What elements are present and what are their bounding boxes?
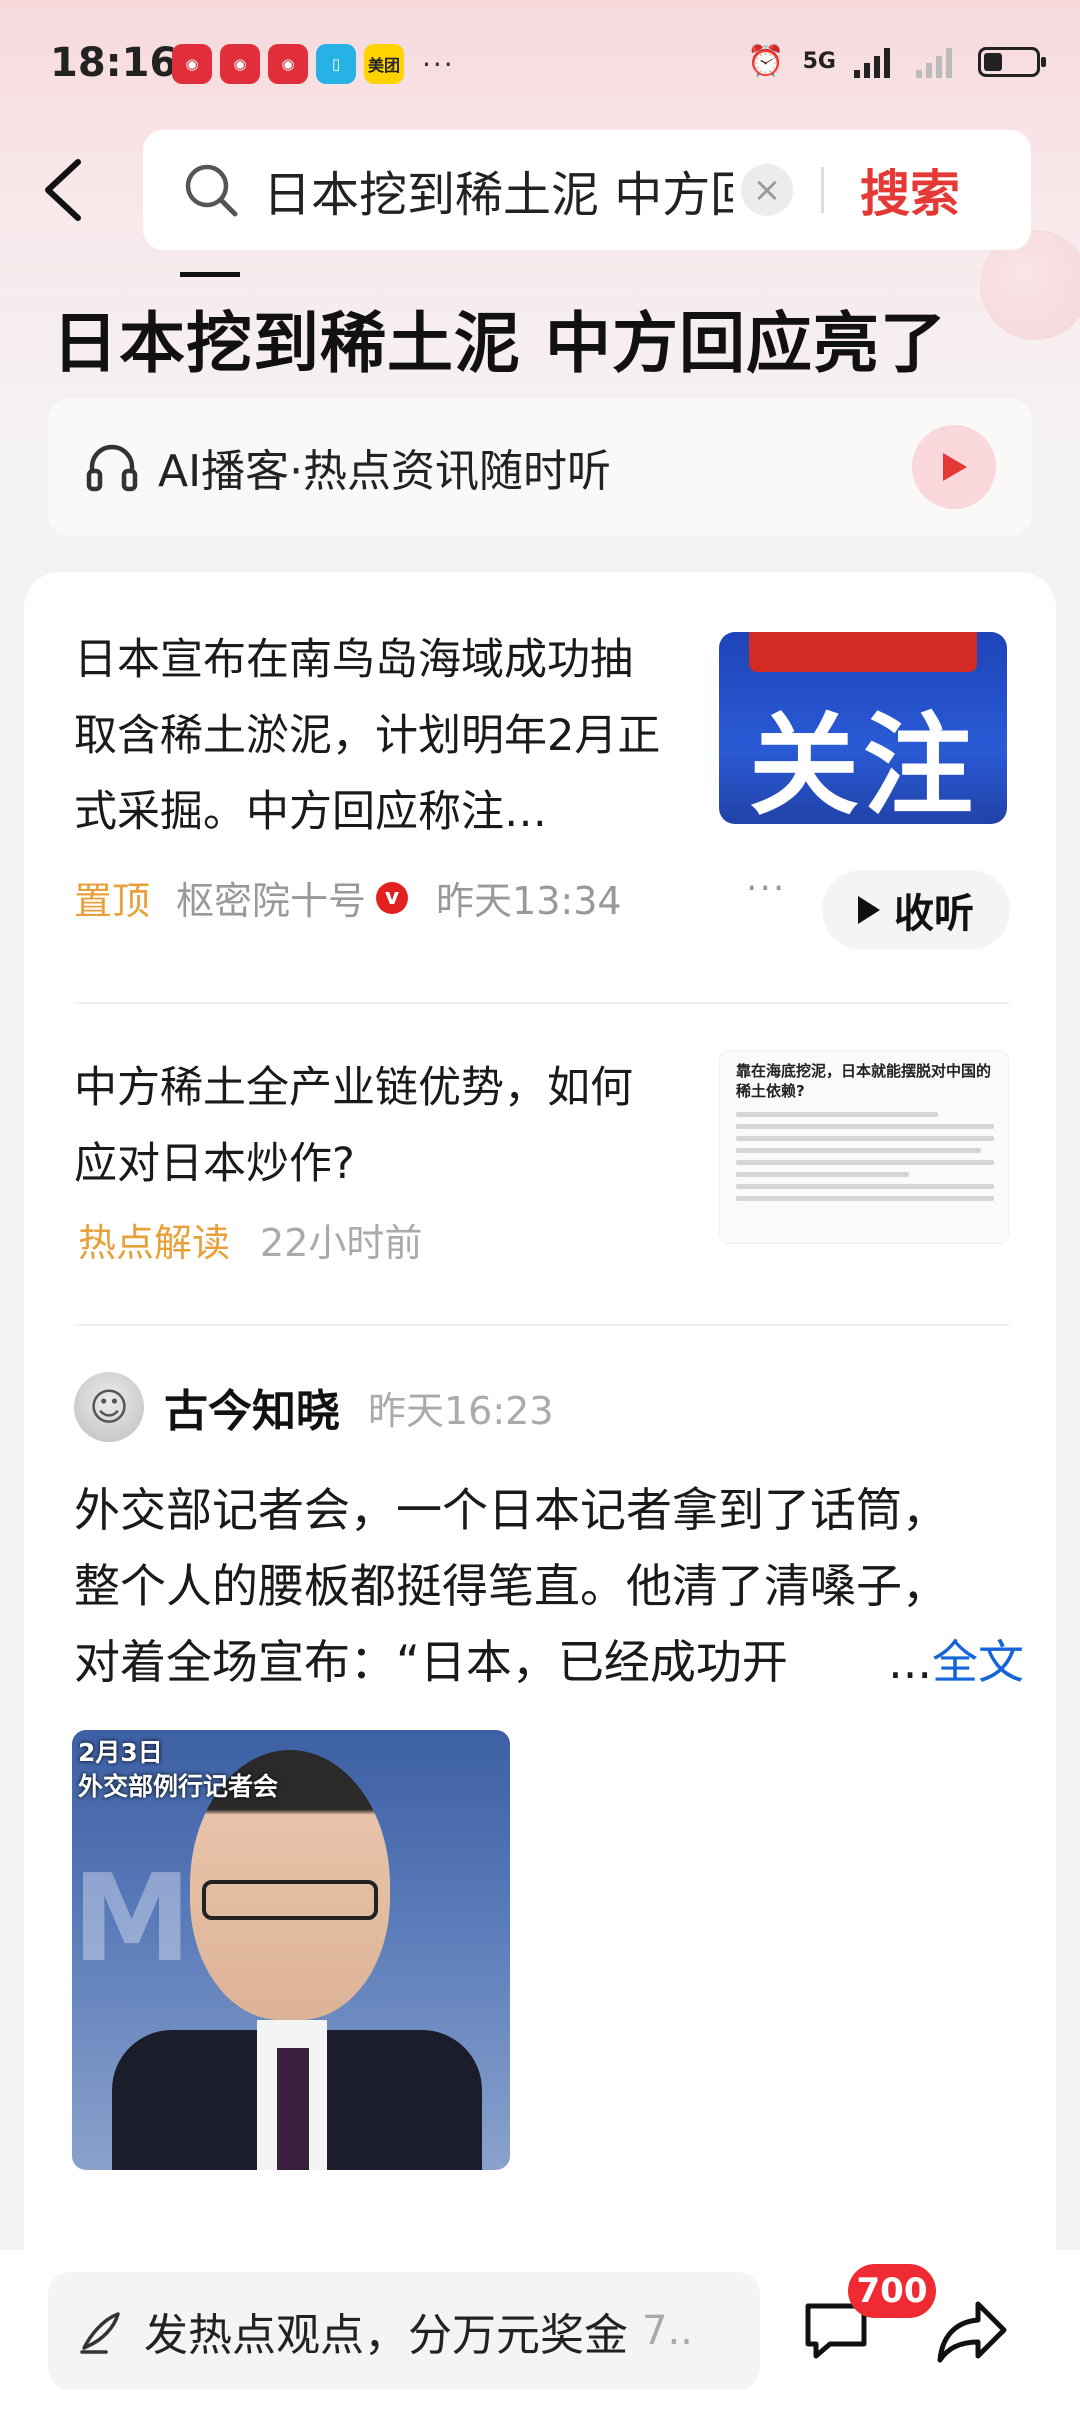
news-item-title[interactable]: 中方稀土全产业链优势，如何应对日本炒作?	[74, 1050, 674, 1202]
search-bar: × 搜索	[143, 130, 1031, 250]
search-input[interactable]	[261, 161, 735, 219]
results-card: 日本宣布在南鸟岛海域成功抽取含稀土淤泥，计划明年2月正式采掘。中方回应称注… 关…	[24, 572, 1056, 2272]
listen-label: 收听	[894, 891, 974, 937]
post-image[interactable]: Min 2月3日 外交部例行记者会	[72, 1730, 510, 2170]
back-button[interactable]	[40, 150, 100, 230]
thumbnail-text-line	[736, 1148, 981, 1153]
author-name[interactable]: 古今知晓	[164, 1375, 340, 1439]
pen-icon	[80, 2312, 120, 2354]
search-icon	[185, 164, 238, 217]
network-type: 5G	[802, 49, 836, 74]
thumbnail-text-line	[736, 1196, 994, 1201]
play-button[interactable]	[912, 425, 996, 509]
notification-icons: ◉ ◉ ◉ ▯ 美团 ···	[172, 44, 455, 84]
play-icon	[858, 896, 880, 924]
status-time: 18:16	[50, 40, 178, 86]
publish-time: 昨天13:34	[436, 879, 622, 923]
tab-indicator	[180, 272, 240, 277]
post-body[interactable]: 外交部记者会，一个日本记者拿到了话筒， 整个人的腰板都挺得笔直。他清了清嗓子， …	[74, 1472, 1024, 1700]
news-item-meta: 热点解读 22小时前	[78, 1212, 422, 1267]
image-figure-tie	[277, 2048, 309, 2170]
comment-placeholder: 发热点观点，分万元奖金	[144, 2310, 628, 2361]
meituan-icon: 美团	[364, 44, 404, 84]
more-notifications-icon: ···	[422, 47, 455, 81]
bottom-bar: 发热点观点，分万元奖金 7.. 700	[0, 2250, 1080, 2412]
post-line: 对着全场宣布：“日本，已经成功开	[74, 1635, 788, 1689]
post-author[interactable]: ☺ 古今知晓 昨天16:23	[74, 1372, 554, 1442]
signal-icon	[854, 47, 890, 78]
thumbnail-red-bar	[749, 632, 977, 672]
status-right: ⏰ 5G	[747, 44, 1046, 79]
divider	[74, 1324, 1010, 1326]
alarm-icon: ⏰	[747, 44, 785, 79]
search-button[interactable]: 搜索	[860, 154, 960, 226]
status-bar: 18:16 ◉ ◉ ◉ ▯ 美团 ··· ⏰ 5G	[0, 0, 1080, 130]
post-line: 整个人的腰板都挺得笔直。他清了清嗓子，	[74, 1559, 948, 1613]
post-line: 外交部记者会，一个日本记者拿到了话筒，	[74, 1483, 948, 1537]
thumbnail-text-line	[736, 1172, 909, 1177]
news-item-meta: 置顶 枢密院十号 v 昨天13:34	[74, 870, 622, 925]
thumbnail-text-line	[736, 1136, 994, 1141]
news-thumbnail[interactable]: 靠在海底挖泥，日本就能摆脱对中国的稀土依赖?	[719, 1050, 1009, 1244]
thumbnail-text-line	[736, 1124, 994, 1129]
pinned-tag: 置顶	[74, 879, 151, 923]
read-more[interactable]: ...全文	[888, 1624, 1024, 1700]
clear-search-button[interactable]: ×	[741, 164, 793, 216]
image-caption-event: 外交部例行记者会	[78, 1772, 279, 1801]
post-time: 昨天16:23	[368, 1388, 554, 1433]
book-icon: ▯	[316, 44, 356, 84]
image-caption-date: 2月3日	[78, 1738, 163, 1767]
ai-podcast-bar[interactable]: AI播客·热点资讯随时听	[48, 398, 1032, 536]
publish-time: 22小时前	[260, 1221, 423, 1265]
avatar[interactable]: ☺	[74, 1372, 144, 1442]
listen-button[interactable]: 收听	[822, 870, 1010, 950]
divider	[74, 1002, 1010, 1004]
image-caption: 2月3日 外交部例行记者会	[78, 1736, 278, 1804]
full-text-link[interactable]: 全文	[932, 1635, 1024, 1689]
post-line-last: 对着全场宣布：“日本，已经成功开 ...全文	[74, 1624, 1024, 1700]
podcast-label: AI播客·热点资讯随时听	[158, 446, 612, 497]
chevron-left-icon	[45, 159, 81, 221]
search-divider	[821, 167, 824, 213]
thumbnail-text-line	[736, 1112, 938, 1117]
thumbnail-text: 关注	[749, 702, 977, 824]
thumbnail-title: 靠在海底挖泥，日本就能摆脱对中国的稀土依赖?	[736, 1062, 992, 1100]
share-icon[interactable]	[934, 2294, 1010, 2370]
pinduoduo-icon: ◉	[172, 44, 212, 84]
comment-count-badge: 700	[848, 2264, 936, 2318]
page-title: 日本挖到稀土泥 中方回应亮了	[52, 305, 947, 382]
comment-placeholder-suffix: 7..	[642, 2308, 693, 2354]
hot-interpret-tag: 热点解读	[78, 1221, 231, 1265]
pinduoduo-icon: ◉	[220, 44, 260, 84]
headphones-icon	[86, 444, 138, 492]
play-icon	[943, 453, 967, 481]
ellipsis: ...	[888, 1635, 932, 1689]
news-thumbnail[interactable]: 关注	[719, 632, 1007, 824]
source-name[interactable]: 枢密院十号	[176, 870, 366, 925]
comment-input[interactable]: 发热点观点，分万元奖金 7..	[48, 2272, 760, 2390]
thumbnail-text-line	[736, 1160, 994, 1165]
image-figure-glasses	[202, 1880, 378, 1920]
pinduoduo-icon: ◉	[268, 44, 308, 84]
more-options-button[interactable]: ···	[746, 868, 786, 909]
battery-icon	[978, 46, 1046, 77]
thumbnail-text-line	[736, 1184, 994, 1189]
verified-icon: v	[376, 881, 409, 914]
signal-icon-secondary	[916, 47, 952, 78]
news-item-title[interactable]: 日本宣布在南鸟岛海域成功抽取含稀土淤泥，计划明年2月正式采掘。中方回应称注…	[74, 622, 674, 850]
